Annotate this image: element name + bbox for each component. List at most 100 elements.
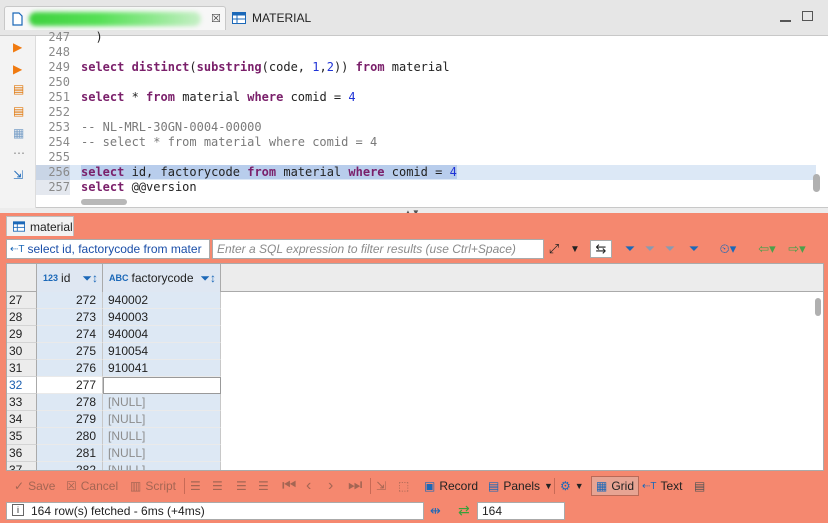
table-row[interactable]: 35 280 [NULL] bbox=[7, 428, 823, 445]
table-row[interactable]: 31 276 910041 bbox=[7, 360, 823, 377]
row-number[interactable]: 33 bbox=[7, 394, 37, 411]
table-row[interactable]: 36 281 [NULL] bbox=[7, 445, 823, 462]
first-page-icon[interactable]: ⏮ bbox=[282, 477, 296, 494]
close-icon[interactable]: ☒ bbox=[211, 12, 221, 25]
table-row[interactable]: 27 272 940002 bbox=[7, 292, 823, 309]
execute-statement-icon[interactable]: ▶ bbox=[13, 40, 22, 54]
table-row[interactable]: 28 273 940003 bbox=[7, 309, 823, 326]
table-row[interactable]: 34 279 [NULL] bbox=[7, 411, 823, 428]
layout-icon[interactable]: ▤ bbox=[694, 478, 705, 494]
delete-row-icon[interactable]: ☰ bbox=[258, 478, 269, 494]
row-number[interactable]: 34 bbox=[7, 411, 37, 428]
add-row-icon[interactable]: ☰ bbox=[212, 478, 223, 494]
filter-apply-icon[interactable]: ⏷ bbox=[622, 240, 638, 258]
maximize-button[interactable] bbox=[802, 11, 813, 21]
refresh-icon[interactable]: ⇆ bbox=[590, 240, 612, 258]
code-lines: 247 ) 248 249 select distinct(substring(c… bbox=[36, 30, 828, 208]
filter-sort-icon[interactable]: ⏷↕ bbox=[200, 271, 216, 286]
filter-sort-icon[interactable]: ⏷↕ bbox=[82, 271, 98, 286]
copy-row-icon[interactable]: ☰ bbox=[236, 478, 247, 494]
filter-clear-icon[interactable]: ⏷ bbox=[642, 240, 658, 258]
cell-factorycode[interactable]: 940002 bbox=[103, 292, 221, 309]
edit-row-icon[interactable]: ☰ bbox=[190, 478, 201, 494]
pin-icon[interactable]: ⇹ bbox=[430, 503, 441, 519]
refresh-icon[interactable]: ⇄ bbox=[458, 502, 470, 519]
cell-factorycode[interactable]: [NULL] bbox=[103, 428, 221, 445]
row-number[interactable]: 30 bbox=[7, 343, 37, 360]
column-header-factorycode[interactable]: ABC factorycode ⏷↕ bbox=[103, 264, 221, 292]
table-row[interactable]: 37 282 [NULL] bbox=[7, 462, 823, 470]
column-header-id[interactable]: 123 id ⏷↕ bbox=[37, 264, 103, 292]
forward-arrow-icon[interactable]: ⇨▾ bbox=[784, 240, 810, 258]
filter-settings-icon[interactable]: ⏷ bbox=[686, 240, 702, 258]
execute-script-icon[interactable]: ▤ bbox=[13, 82, 24, 96]
tab-results-material[interactable]: material bbox=[6, 216, 74, 236]
explain-plan-icon[interactable]: ▦ bbox=[13, 126, 24, 140]
cell-factorycode[interactable]: 910041 bbox=[103, 360, 221, 377]
last-page-icon[interactable]: ⏭ bbox=[348, 477, 362, 494]
row-number[interactable]: 32 bbox=[7, 377, 37, 394]
export-icon[interactable]: ⇲ bbox=[13, 168, 23, 182]
tab-material[interactable]: MATERIAL bbox=[232, 7, 352, 29]
cell-factorycode[interactable]: [NULL] bbox=[103, 411, 221, 428]
cell-id[interactable]: 275 bbox=[37, 343, 103, 360]
table-row[interactable]: 33 278 [NULL] bbox=[7, 394, 823, 411]
filter-save-icon[interactable]: ⏷ bbox=[662, 240, 678, 258]
cell-factorycode[interactable]: [NULL] bbox=[103, 462, 221, 470]
history-dropdown-icon[interactable]: ▼ bbox=[568, 240, 582, 258]
panels-button[interactable]: ▤ Panels ▼ bbox=[488, 478, 553, 494]
cell-id[interactable]: 282 bbox=[37, 462, 103, 470]
cell-factorycode[interactable]: [NULL] bbox=[103, 445, 221, 462]
row-number[interactable]: 29 bbox=[7, 326, 37, 343]
previous-page-icon[interactable]: ‹ bbox=[306, 477, 311, 494]
row-number[interactable]: 31 bbox=[7, 360, 37, 377]
cell-factorycode[interactable]: [NULL] bbox=[103, 394, 221, 411]
row-number[interactable]: 27 bbox=[7, 292, 37, 309]
row-count-field[interactable]: 164 bbox=[477, 502, 565, 520]
sql-context-field[interactable]: ⇠T select id, factorycode from mater bbox=[6, 239, 210, 259]
script-button[interactable]: ▥ Script bbox=[130, 478, 176, 494]
execute-new-tab-icon[interactable]: ▶ bbox=[13, 62, 22, 76]
grid-vertical-scrollbar[interactable] bbox=[815, 298, 821, 316]
filter-input[interactable]: Enter a SQL expression to filter results… bbox=[212, 239, 544, 259]
cell-factorycode[interactable]: 940003 bbox=[103, 309, 221, 326]
text-view-button[interactable]: ⇠T Text bbox=[642, 478, 683, 494]
cell-factorycode[interactable]: 940004 bbox=[103, 326, 221, 343]
cell-id[interactable]: 276 bbox=[37, 360, 103, 377]
grid-view-button[interactable]: ▦ Grid bbox=[591, 476, 640, 496]
row-number[interactable]: 36 bbox=[7, 445, 37, 462]
cell-id[interactable]: 281 bbox=[37, 445, 103, 462]
cell-factorycode[interactable]: 910054 bbox=[103, 343, 221, 360]
fetch-page-icon[interactable]: ⇲ bbox=[376, 478, 386, 494]
cancel-button[interactable]: ☒ Cancel bbox=[66, 478, 118, 494]
record-button[interactable]: ▣ Record bbox=[424, 478, 478, 494]
tab-sql-script[interactable]: ☒ bbox=[4, 6, 226, 30]
minimize-button[interactable] bbox=[780, 16, 791, 22]
cell-id[interactable]: 274 bbox=[37, 326, 103, 343]
cell-id[interactable]: 278 bbox=[37, 394, 103, 411]
auto-refresh-icon[interactable]: ⏲▾ bbox=[716, 240, 740, 258]
cell-factorycode[interactable] bbox=[103, 377, 221, 394]
row-number[interactable]: 28 bbox=[7, 309, 37, 326]
more-icon[interactable]: ⋯ bbox=[13, 146, 25, 160]
cell-id[interactable]: 279 bbox=[37, 411, 103, 428]
cell-id[interactable]: 272 bbox=[37, 292, 103, 309]
fetch-all-icon[interactable]: ⬚ bbox=[398, 478, 409, 494]
editor-horizontal-scrollbar[interactable] bbox=[81, 199, 127, 205]
cell-id[interactable]: 273 bbox=[37, 309, 103, 326]
cell-id[interactable]: 277 bbox=[37, 377, 103, 394]
row-number[interactable]: 37 bbox=[7, 462, 37, 470]
expand-icon[interactable]: ⤢ bbox=[546, 240, 562, 258]
execute-script-new-tab-icon[interactable]: ▤ bbox=[13, 104, 24, 118]
sql-editor[interactable]: ▶ ▶ ▤ ▤ ▦ ⋯ ⇲ 247 ) 248 249 select distin… bbox=[0, 30, 828, 208]
next-page-icon[interactable]: › bbox=[328, 477, 333, 494]
table-row[interactable]: 32 277 bbox=[7, 377, 823, 394]
row-number[interactable]: 35 bbox=[7, 428, 37, 445]
table-row[interactable]: 29 274 940004 bbox=[7, 326, 823, 343]
back-arrow-icon[interactable]: ⇦▾ bbox=[754, 240, 780, 258]
save-button[interactable]: ✓ Save bbox=[14, 478, 55, 494]
settings-button[interactable]: ⚙ ▼ bbox=[560, 478, 584, 494]
table-row[interactable]: 30 275 910054 bbox=[7, 343, 823, 360]
editor-vertical-scrollbar[interactable] bbox=[813, 174, 820, 192]
cell-id[interactable]: 280 bbox=[37, 428, 103, 445]
